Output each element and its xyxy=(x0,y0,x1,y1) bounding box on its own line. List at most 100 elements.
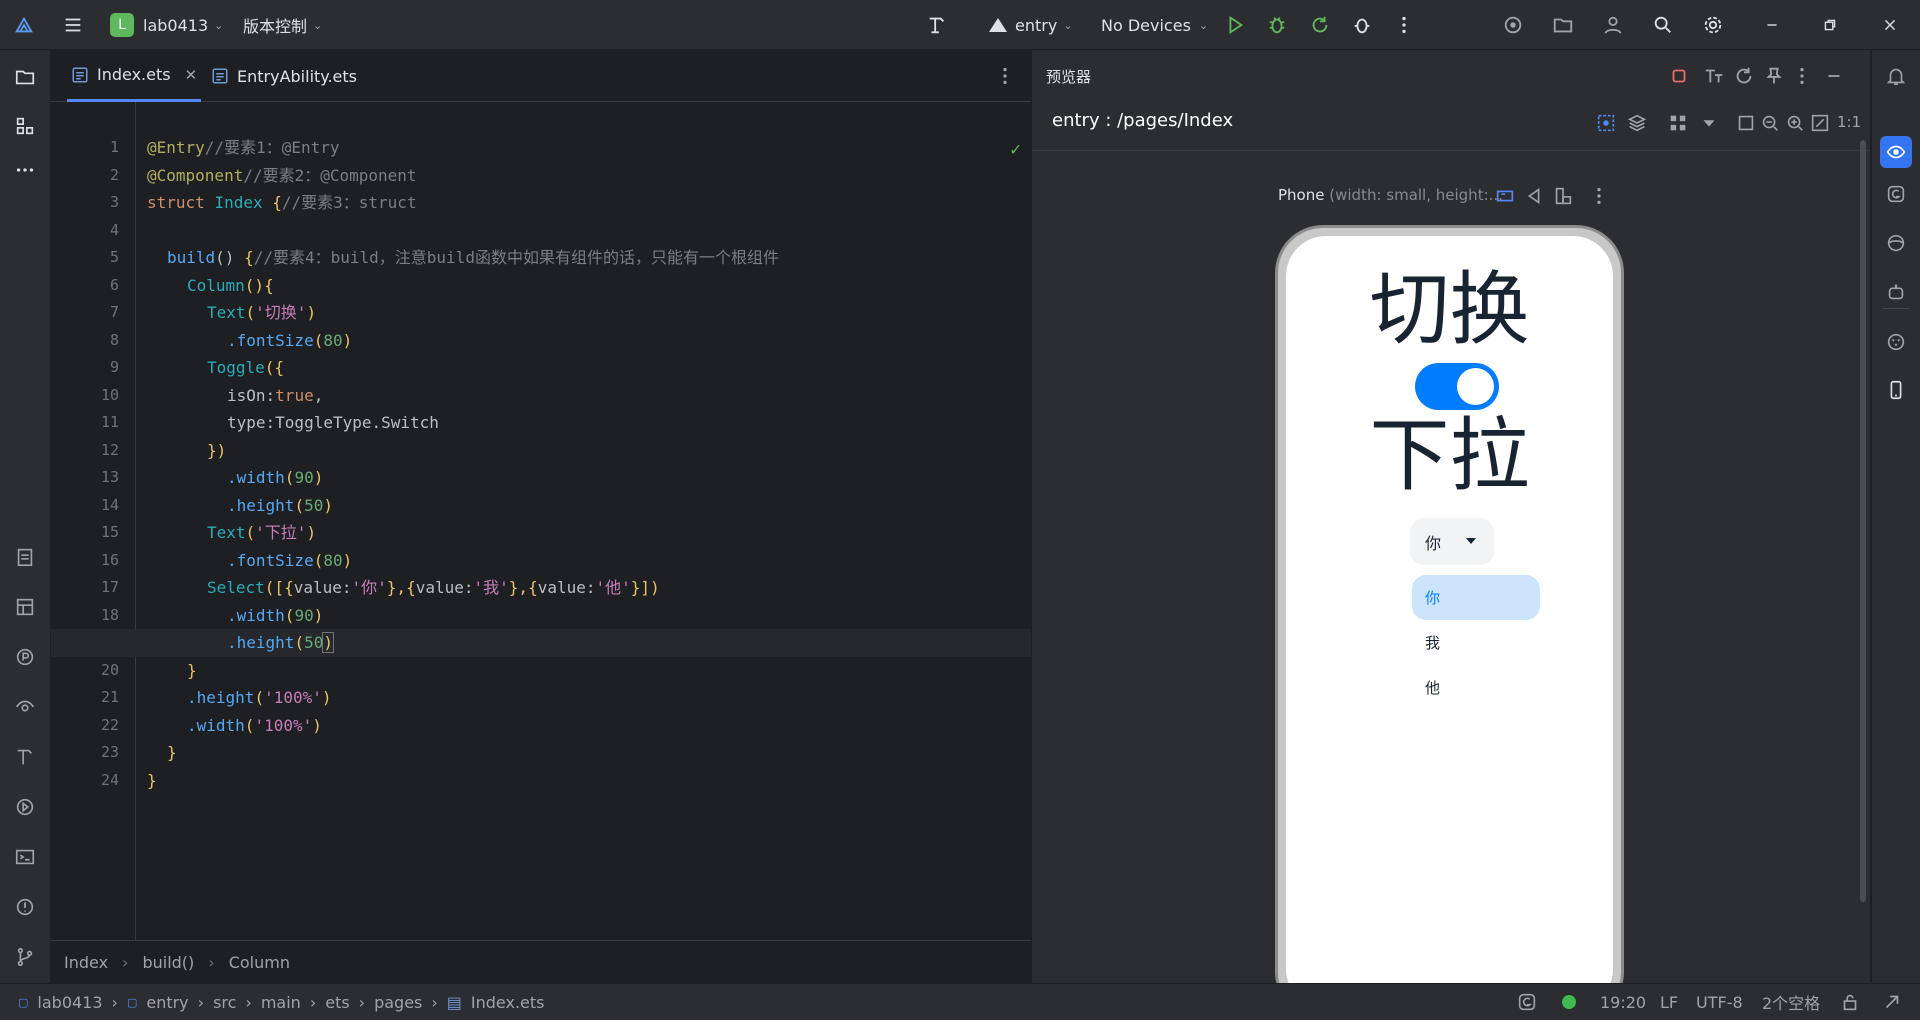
path-item[interactable]: ets xyxy=(325,993,349,1012)
select-option[interactable]: 他 xyxy=(1412,665,1540,710)
file-encoding[interactable]: UTF-8 xyxy=(1696,984,1743,1020)
more-icon[interactable] xyxy=(1388,9,1420,41)
device-manager-icon[interactable] xyxy=(1547,9,1579,41)
project-switcher[interactable]: L lab0413 ⌄ xyxy=(110,0,223,50)
git-icon[interactable] xyxy=(9,941,41,973)
device-icon[interactable] xyxy=(1880,374,1912,406)
run-config-selector[interactable]: entry ⌄ xyxy=(989,0,1073,50)
path-item[interactable]: src xyxy=(213,993,236,1012)
previewer-icon[interactable] xyxy=(1880,136,1912,168)
font-size-icon[interactable] xyxy=(1698,60,1730,92)
restore-icon[interactable] xyxy=(1814,9,1846,41)
chevron-right-icon: › xyxy=(358,992,366,1012)
rotate-icon[interactable] xyxy=(1547,180,1579,212)
project-name: lab0413 xyxy=(143,15,209,35)
actual-size-icon[interactable]: 1:1 xyxy=(1837,113,1861,131)
stop-icon[interactable] xyxy=(1663,60,1695,92)
layers-icon[interactable] xyxy=(1621,107,1653,139)
back-icon[interactable] xyxy=(1518,180,1550,212)
device-frame-icon[interactable] xyxy=(1489,180,1521,212)
line-number-gutter: 1 2 3 4 5 6 7 8 9 10 11 12 13 14 15 16 1… xyxy=(51,102,139,940)
module-icon: ▢ xyxy=(126,995,138,1009)
folder-icon[interactable] xyxy=(9,61,41,93)
line-number: 12 xyxy=(100,440,119,459)
profiler-icon[interactable] xyxy=(9,641,41,673)
breadcrumb-item[interactable]: Column xyxy=(229,953,290,972)
minimize-icon[interactable] xyxy=(1756,9,1788,41)
toggle-switch[interactable] xyxy=(1415,363,1499,410)
breadcrumb-item[interactable]: build() xyxy=(142,953,194,972)
profile-icon[interactable] xyxy=(1346,9,1378,41)
chevron-right-icon: › xyxy=(309,992,317,1012)
robot-icon[interactable] xyxy=(1880,276,1912,308)
debug-icon[interactable] xyxy=(1261,9,1293,41)
code-line: }) xyxy=(207,440,227,460)
search-icon[interactable] xyxy=(1647,9,1679,41)
notifications-icon[interactable] xyxy=(1880,60,1912,92)
refresh-icon[interactable] xyxy=(1728,60,1760,92)
cursor-position[interactable]: 19:20 xyxy=(1600,984,1646,1020)
problems-icon[interactable] xyxy=(9,891,41,923)
minimize-panel-icon[interactable] xyxy=(1818,60,1850,92)
app-logo-icon[interactable] xyxy=(8,9,40,41)
codegenie-status-icon[interactable] xyxy=(1511,986,1543,1018)
path-item[interactable]: lab0413 xyxy=(37,993,102,1012)
grid-view-icon[interactable] xyxy=(1662,107,1694,139)
fit-screen-icon[interactable] xyxy=(1804,107,1836,139)
target-icon[interactable] xyxy=(1497,9,1529,41)
account-icon[interactable] xyxy=(1597,9,1629,41)
line-number: 3 xyxy=(109,193,119,211)
close-icon[interactable]: ✕ xyxy=(185,66,198,84)
structure-icon[interactable] xyxy=(9,110,41,142)
line-number: 13 xyxy=(100,468,119,486)
chevron-down-icon: ⌄ xyxy=(313,18,323,32)
line-number: 15 xyxy=(100,523,119,541)
path-item[interactable]: pages xyxy=(374,993,422,1012)
close-icon[interactable] xyxy=(1874,9,1906,41)
codegenie-icon[interactable] xyxy=(1880,178,1912,210)
path-item[interactable]: main xyxy=(261,993,301,1012)
code-editor: Index.ets ✕ EntryAbility.ets 1 2 3 4 5 6… xyxy=(51,50,1031,983)
status-indicator[interactable] xyxy=(1562,995,1576,1009)
emulator-icon[interactable] xyxy=(1880,326,1912,358)
terminal-icon[interactable] xyxy=(9,841,41,873)
memory-icon[interactable] xyxy=(1876,986,1908,1018)
path-item[interactable]: entry xyxy=(146,993,188,1012)
select-option[interactable]: 我 xyxy=(1412,620,1540,665)
device-label: No Devices xyxy=(1101,15,1191,35)
globe-icon[interactable] xyxy=(1880,227,1912,259)
dropdown-arrow-icon[interactable] xyxy=(1693,107,1725,139)
run-panel-icon[interactable] xyxy=(9,791,41,823)
select-dropdown[interactable]: 你 xyxy=(1410,518,1494,565)
line-separator[interactable]: LF xyxy=(1660,984,1678,1020)
more-icon[interactable] xyxy=(1583,180,1615,212)
device-selector[interactable]: No Devices ⌄ xyxy=(1101,0,1208,50)
breadcrumb-item[interactable]: Index xyxy=(64,953,108,972)
more-tools-icon[interactable] xyxy=(9,154,41,186)
inspector-select-icon[interactable] xyxy=(1590,107,1622,139)
select-option[interactable]: 你 xyxy=(1412,575,1540,620)
tab-index-ets[interactable]: Index.ets ✕ xyxy=(67,50,202,102)
build-hammer-icon[interactable] xyxy=(921,9,953,41)
settings-icon[interactable] xyxy=(1697,9,1729,41)
todo-icon[interactable] xyxy=(9,541,41,573)
code-line: } xyxy=(187,660,197,680)
reload-icon[interactable] xyxy=(1304,9,1336,41)
code-line-current: .height(50) xyxy=(227,632,334,653)
build-icon[interactable] xyxy=(9,741,41,773)
indent-setting[interactable]: 2个空格 xyxy=(1762,984,1820,1020)
more-icon[interactable] xyxy=(989,60,1021,92)
code-area[interactable]: ✓ @Entry//要素1：@Entry @Component//要素2：@Co… xyxy=(51,102,1031,940)
hamburger-menu-icon[interactable] xyxy=(57,9,89,41)
current-line-highlight xyxy=(51,629,1031,657)
inspector-icon[interactable] xyxy=(9,691,41,723)
lock-icon[interactable] xyxy=(1834,986,1866,1018)
table-icon[interactable] xyxy=(9,591,41,623)
tab-entryability-ets[interactable]: EntryAbility.ets xyxy=(211,50,357,102)
more-icon[interactable] xyxy=(1786,60,1818,92)
vcs-menu[interactable]: 版本控制 ⌄ xyxy=(243,0,322,50)
run-config-label: entry xyxy=(1015,15,1058,35)
path-item[interactable]: Index.ets xyxy=(471,993,545,1012)
preview-scrollbar[interactable] xyxy=(1860,140,1866,902)
run-icon[interactable] xyxy=(1219,9,1251,41)
